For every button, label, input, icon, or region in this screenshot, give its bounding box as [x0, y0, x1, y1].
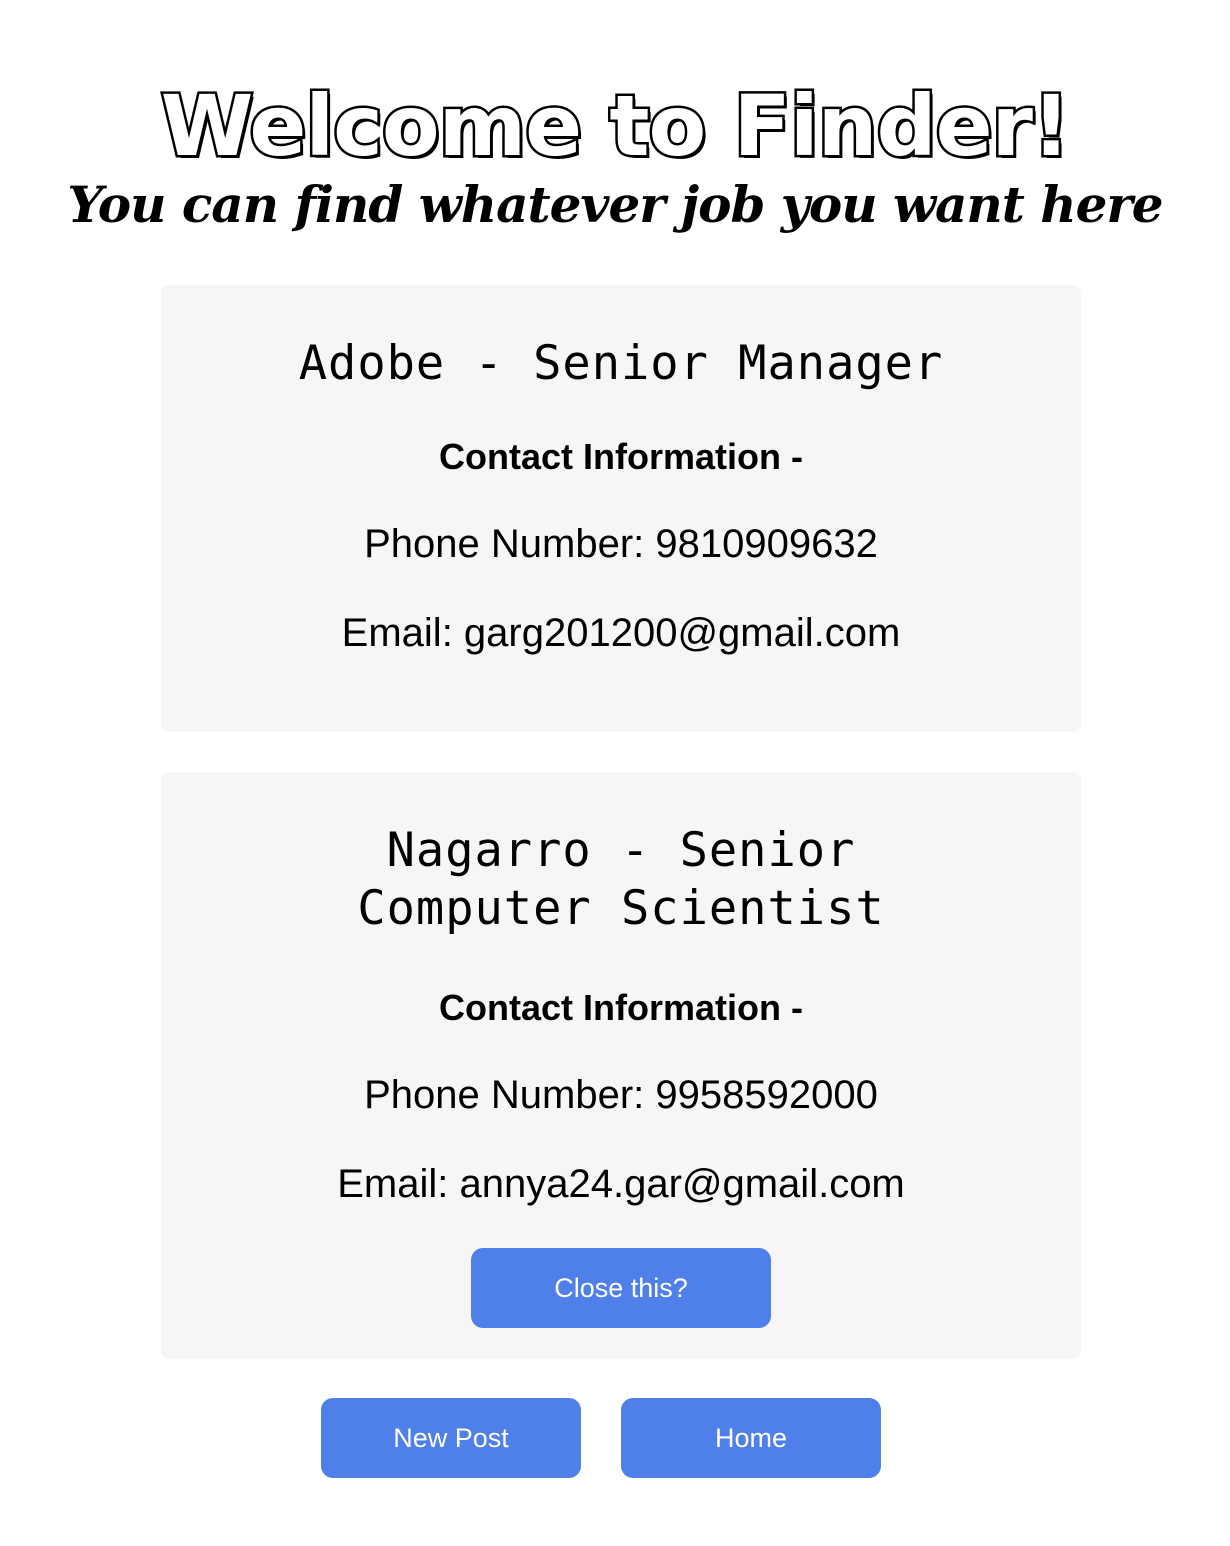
email-address: Email: garg201200@gmail.com [341, 611, 901, 655]
phone-number: Phone Number: 9958592000 [364, 1073, 878, 1117]
phone-number: Phone Number: 9810909632 [364, 522, 878, 566]
home-button[interactable]: Home [621, 1398, 881, 1478]
page-subtitle: You can find whatever job you want here [67, 175, 1163, 234]
page-title: Welcome to Finder! [158, 75, 1073, 178]
job-post-card: Nagarro - Senior Computer Scientist Cont… [161, 772, 1081, 1359]
new-post-button[interactable]: New Post [321, 1398, 581, 1478]
close-post-button[interactable]: Close this? [471, 1248, 771, 1328]
email-address: Email: annya24.gar@gmail.com [337, 1162, 905, 1206]
job-post-title: Nagarro - Senior Computer Scientist [357, 823, 885, 936]
contact-heading: Contact Information - [439, 436, 803, 477]
job-post-card: Adobe - Senior Manager Contact Informati… [161, 285, 1081, 732]
contact-heading: Contact Information - [439, 987, 803, 1028]
job-post-title: Adobe - Senior Manager [298, 336, 944, 391]
